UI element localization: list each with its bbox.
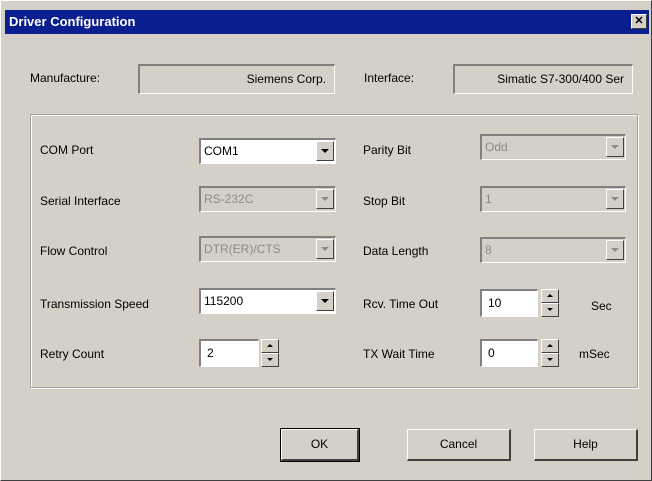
chevron-down-icon[interactable] bbox=[316, 189, 334, 209]
chevron-down-icon[interactable] bbox=[316, 291, 334, 311]
parity-bit-label: Parity Bit bbox=[363, 143, 412, 157]
transmission-speed-label: Transmission Speed bbox=[40, 297, 149, 311]
flow-control-label: Flow Control bbox=[40, 244, 108, 258]
chevron-down-icon[interactable] bbox=[606, 189, 624, 209]
retry-count-value: 2 bbox=[207, 346, 214, 360]
tx-wait-time-value: 0 bbox=[488, 346, 495, 360]
com-port-value: COM1 bbox=[204, 144, 239, 158]
transmission-speed-value: 115200 bbox=[204, 294, 244, 308]
stop-bit-label: Stop Bit bbox=[363, 194, 406, 208]
retry-count-spinner[interactable] bbox=[261, 339, 279, 367]
com-port-label: COM Port bbox=[40, 143, 94, 157]
flow-control-dropdown[interactable]: DTR(ER)/CTS bbox=[199, 236, 336, 262]
tx-wait-time-label: TX Wait Time bbox=[363, 347, 435, 361]
interface-field: Simatic S7-300/400 Ser bbox=[453, 64, 633, 94]
serial-interface-label: Serial Interface bbox=[40, 194, 121, 208]
retry-count-field[interactable]: 2 bbox=[199, 339, 259, 367]
arrow-up-icon[interactable] bbox=[261, 339, 279, 353]
chevron-down-icon[interactable] bbox=[606, 240, 624, 260]
chevron-down-icon[interactable] bbox=[316, 239, 334, 259]
rcv-time-out-field[interactable]: 10 bbox=[480, 289, 538, 317]
help-button[interactable]: Help bbox=[534, 429, 638, 461]
interface-label: Interface: bbox=[364, 71, 415, 85]
tx-wait-time-spinner[interactable] bbox=[541, 339, 559, 367]
flow-control-value: DTR(ER)/CTS bbox=[204, 242, 281, 256]
serial-interface-value: RS-232C bbox=[204, 192, 254, 206]
stop-bit-dropdown[interactable]: 1 bbox=[480, 186, 626, 212]
serial-interface-dropdown[interactable]: RS-232C bbox=[199, 186, 336, 212]
title-bar[interactable]: Driver Configuration ✕ bbox=[5, 10, 649, 34]
data-length-label: Data Length bbox=[363, 244, 429, 258]
tx-wait-time-unit: mSec bbox=[579, 347, 610, 361]
chevron-down-icon[interactable] bbox=[316, 141, 334, 161]
arrow-down-icon[interactable] bbox=[541, 353, 559, 367]
stop-bit-value: 1 bbox=[485, 192, 492, 206]
arrow-up-icon[interactable] bbox=[541, 289, 559, 303]
arrow-down-icon[interactable] bbox=[541, 303, 559, 317]
data-length-dropdown[interactable]: 8 bbox=[480, 237, 626, 263]
chevron-down-icon[interactable] bbox=[606, 137, 624, 157]
cancel-button[interactable]: Cancel bbox=[407, 429, 511, 461]
transmission-speed-dropdown[interactable]: 115200 bbox=[199, 288, 336, 314]
arrow-up-icon[interactable] bbox=[541, 339, 559, 353]
manufacture-label: Manufacture: bbox=[30, 71, 101, 85]
window-title: Driver Configuration bbox=[9, 14, 136, 29]
arrow-down-icon[interactable] bbox=[261, 353, 279, 367]
com-port-dropdown[interactable]: COM1 bbox=[199, 138, 336, 164]
tx-wait-time-field[interactable]: 0 bbox=[480, 339, 538, 367]
retry-count-label: Retry Count bbox=[40, 347, 105, 361]
rcv-time-out-unit: Sec bbox=[591, 299, 612, 313]
close-icon[interactable]: ✕ bbox=[631, 14, 647, 29]
parity-bit-value: Odd bbox=[485, 140, 508, 154]
rcv-time-out-label: Rcv. Time Out bbox=[363, 297, 439, 311]
data-length-value: 8 bbox=[485, 243, 492, 257]
rcv-time-out-value: 10 bbox=[488, 296, 502, 310]
ok-button[interactable]: OK bbox=[280, 428, 360, 462]
manufacture-field: Siemens Corp. bbox=[138, 64, 335, 94]
parity-bit-dropdown[interactable]: Odd bbox=[480, 134, 626, 160]
driver-configuration-dialog: Driver Configuration ✕ Manufacture: Siem… bbox=[0, 0, 652, 481]
rcv-time-out-spinner[interactable] bbox=[541, 289, 559, 317]
